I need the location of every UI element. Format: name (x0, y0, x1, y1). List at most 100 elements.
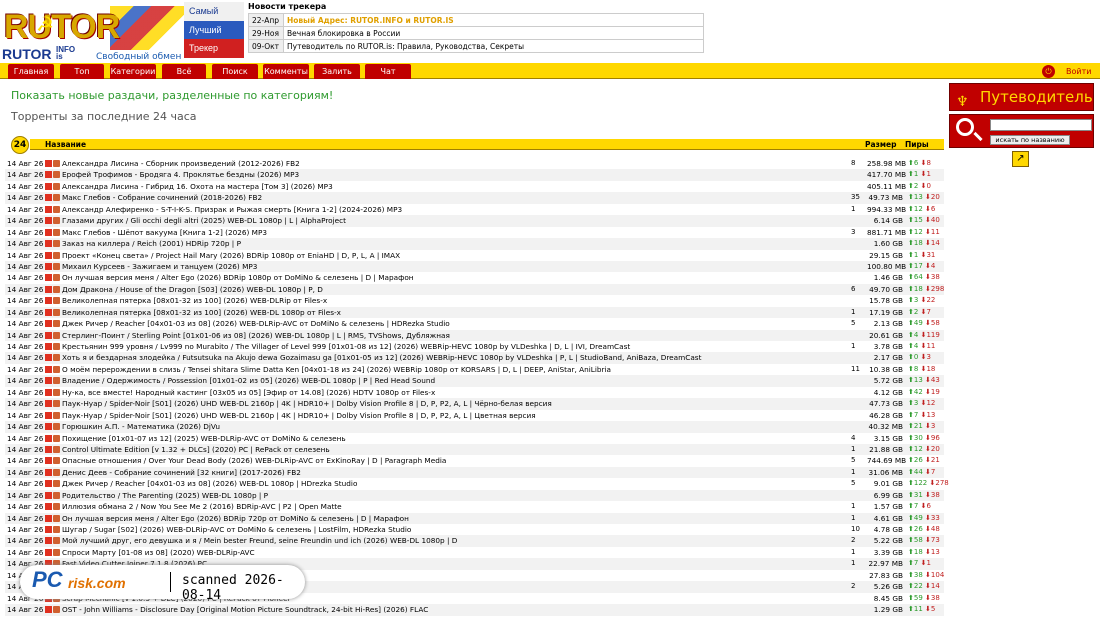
menu-top[interactable]: Топ (60, 64, 104, 79)
comment-count[interactable]: 1 (851, 444, 855, 455)
download-icon[interactable] (45, 297, 52, 305)
search-button[interactable]: искать по названию (990, 135, 1070, 145)
download-icon[interactable] (45, 365, 52, 373)
magnet-icon[interactable] (53, 217, 60, 225)
download-icon[interactable] (45, 274, 52, 282)
torrent-title-link[interactable]: Великолепная пятерка [08x01-32 из 100] (… (62, 307, 842, 318)
magnet-icon[interactable] (53, 365, 60, 373)
magnet-icon[interactable] (53, 468, 60, 476)
magnet-icon[interactable] (53, 274, 60, 282)
download-icon[interactable] (45, 457, 52, 465)
download-icon[interactable] (45, 285, 52, 293)
torrent-title-link[interactable]: Великолепная пятерка [08x01-32 из 100] (… (62, 295, 842, 306)
menu-upload[interactable]: Залить (314, 64, 360, 79)
download-icon[interactable] (45, 171, 52, 179)
torrent-title-link[interactable]: Ну-ка, все вместе! Народный кастинг [03x… (62, 387, 842, 398)
comment-count[interactable]: 5 (851, 318, 855, 329)
comment-count[interactable]: 4 (851, 433, 855, 444)
magnet-icon[interactable] (53, 171, 60, 179)
torrent-title-link[interactable]: Макс Глебов - Шёпот вакуума [Книга 1-2] … (62, 227, 842, 238)
magnet-icon[interactable] (53, 262, 60, 270)
new-by-category-link[interactable]: Показать новые раздачи, разделенные по к… (11, 89, 333, 102)
magnet-icon[interactable] (53, 182, 60, 190)
torrent-title-link[interactable]: Дом Дракона / House of the Dragon [S03] … (62, 284, 842, 295)
search-input[interactable] (990, 119, 1092, 131)
magnet-icon[interactable] (53, 503, 60, 511)
torrent-title-link[interactable]: Мой лучший друг, его девушка и я / Mein … (62, 535, 842, 546)
torrent-title-link[interactable]: Спроси Марту [01-08 из 08] (2020) WEB-DL… (62, 547, 842, 558)
comment-count[interactable]: 1 (851, 558, 855, 569)
comment-count[interactable]: 5 (851, 478, 855, 489)
menu-comments[interactable]: Комменты (263, 64, 309, 79)
torrent-title-link[interactable]: Паук-Нуар / Spider-Noir [S01] (2026) UHD… (62, 410, 842, 421)
download-icon[interactable] (45, 400, 52, 408)
magnet-icon[interactable] (53, 526, 60, 533)
download-icon[interactable] (45, 526, 52, 533)
download-icon[interactable] (45, 503, 52, 511)
comment-count[interactable]: 1 (851, 307, 855, 318)
torrent-title-link[interactable]: Ерофей Трофимов - Бродяга 4. Проклятье б… (62, 169, 842, 180)
torrent-title-link[interactable]: Крестьянин 999 уровня / Lv999 no Murabit… (62, 341, 842, 352)
download-icon[interactable] (45, 445, 52, 453)
torrent-title-link[interactable]: Заказ на киллера / Reich (2001) HDRip 72… (62, 238, 842, 249)
comment-count[interactable]: 1 (851, 547, 855, 558)
comment-count[interactable]: 1 (851, 513, 855, 524)
news-link[interactable]: Новый Адрес: RUTOR.INFO и RUTOR.IS (283, 13, 704, 27)
torrent-title-link[interactable]: Глазами других / Gli occhi degli altri (… (62, 215, 842, 226)
comment-count[interactable]: 5 (851, 455, 855, 466)
external-link-icon[interactable]: ↗ (1012, 151, 1029, 167)
magnet-icon[interactable] (53, 320, 60, 328)
comment-count[interactable]: 35 (851, 192, 860, 203)
comment-count[interactable]: 1 (851, 501, 855, 512)
download-icon[interactable] (45, 411, 52, 419)
download-icon[interactable] (45, 228, 52, 236)
site-logo[interactable]: RUTOR ☭ RUTOR INFO is Свободный обмен Сам… (0, 0, 245, 62)
magnet-icon[interactable] (53, 388, 60, 396)
torrent-title-link[interactable]: Опасные отношения / Over Your Dead Body … (62, 455, 842, 466)
download-icon[interactable] (45, 548, 52, 556)
download-icon[interactable] (45, 423, 52, 431)
download-icon[interactable] (45, 388, 52, 396)
torrent-title-link[interactable]: Владение / Одержимость / Possession [01x… (62, 375, 842, 386)
download-icon[interactable] (45, 354, 52, 362)
download-icon[interactable] (45, 160, 52, 167)
magnet-icon[interactable] (53, 423, 60, 431)
torrent-title-link[interactable]: Макс Глебов - Собрание сочинений (2018-2… (62, 192, 842, 203)
comment-count[interactable]: 2 (851, 581, 855, 592)
download-icon[interactable] (45, 320, 52, 328)
magnet-icon[interactable] (53, 434, 60, 442)
torrent-title-link[interactable]: Джек Ричер / Reacher [04x01-03 из 08] (2… (62, 478, 842, 489)
download-icon[interactable] (45, 262, 52, 270)
magnet-icon[interactable] (53, 331, 60, 339)
torrent-title-link[interactable]: OST - John Williams - Disclosure Day [Or… (62, 604, 842, 615)
download-icon[interactable] (45, 377, 52, 385)
magnet-icon[interactable] (53, 400, 60, 408)
download-icon[interactable] (45, 194, 52, 202)
download-icon[interactable] (45, 343, 52, 350)
torrent-title-link[interactable]: Он лучшая версия меня / Alter Ego (2026)… (62, 272, 842, 283)
torrent-title-link[interactable]: Денис Деев - Собрание сочинений [32 книг… (62, 467, 842, 478)
comment-count[interactable]: 10 (851, 524, 860, 535)
torrent-title-link[interactable]: Александра Лисина - Сборник произведений… (62, 158, 842, 169)
download-icon[interactable] (45, 308, 52, 316)
download-icon[interactable] (45, 606, 52, 614)
menu-home[interactable]: Главная (8, 64, 54, 79)
news-link[interactable]: Вечная блокировка в России (283, 26, 704, 40)
menu-all[interactable]: Всё (162, 64, 206, 79)
magnet-icon[interactable] (53, 445, 60, 453)
magnet-icon[interactable] (53, 377, 60, 385)
torrent-title-link[interactable]: Хоть я и бездарная злодейка / Futsutsuka… (62, 352, 842, 363)
magnet-icon[interactable] (53, 537, 60, 545)
magnet-icon[interactable] (53, 285, 60, 293)
download-icon[interactable] (45, 251, 52, 259)
download-icon[interactable] (45, 491, 52, 499)
download-icon[interactable] (45, 217, 52, 225)
magnet-icon[interactable] (53, 491, 60, 499)
magnet-icon[interactable] (53, 548, 60, 556)
menu-search[interactable]: Поиск (212, 64, 258, 79)
download-icon[interactable] (45, 182, 52, 190)
comment-count[interactable]: 1 (851, 467, 855, 478)
magnet-icon[interactable] (53, 411, 60, 419)
download-icon[interactable] (45, 537, 52, 545)
torrent-title-link[interactable]: Control Ultimate Edition [v 1.32 + DLCs]… (62, 444, 842, 455)
